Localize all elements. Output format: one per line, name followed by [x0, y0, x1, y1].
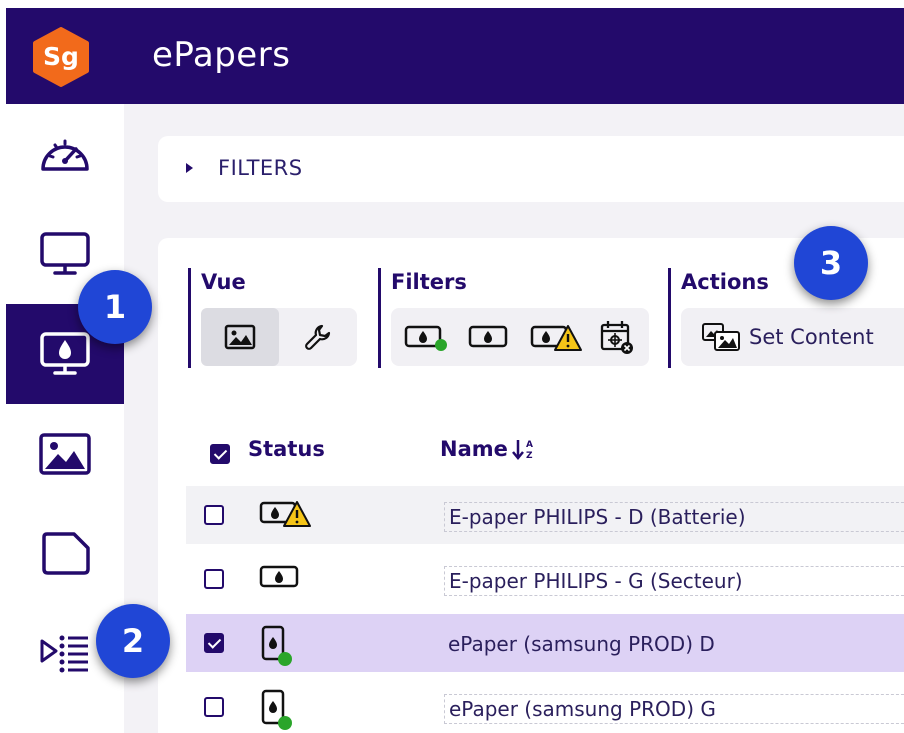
filters-group: Filters: [378, 268, 658, 368]
document-icon: [42, 532, 90, 575]
image-view-icon: [224, 324, 256, 350]
name-column-header[interactable]: Name A Z: [440, 437, 536, 461]
app-window: Sg ePapers FILTERS Vue Filters Actions S…: [6, 8, 904, 733]
callout-badge-3: 3: [794, 226, 868, 300]
vue-title: Vue: [201, 270, 246, 294]
row-checkbox[interactable]: [204, 505, 224, 525]
filters-label: FILTERS: [218, 156, 303, 180]
sidebar-item-media[interactable]: [6, 404, 124, 504]
select-all-checkbox[interactable]: [210, 444, 230, 464]
epaper-online-icon: [404, 325, 447, 351]
actions-group: Actions Set Content: [668, 268, 904, 368]
row-name[interactable]: E-paper PHILIPS - G (Secteur): [444, 566, 904, 596]
filter-warning-button[interactable]: [523, 308, 589, 366]
epaper-portrait-online-icon: [261, 625, 292, 666]
table-row[interactable]: ePaper (samsung PROD) G: [186, 678, 904, 733]
page-title: ePapers: [152, 35, 291, 75]
monitor-icon: [40, 232, 90, 275]
status-cell: [258, 496, 312, 534]
filters-title: Filters: [391, 270, 467, 294]
row-name[interactable]: ePaper (samsung PROD) G: [444, 694, 904, 724]
row-name[interactable]: ePaper (samsung PROD) D: [444, 630, 904, 660]
row-checkbox[interactable]: [204, 697, 224, 717]
image-icon: [39, 433, 91, 475]
epaper-icon: [259, 565, 299, 588]
row-checkbox[interactable]: [204, 569, 224, 589]
status-cell: [258, 624, 298, 666]
epaper-warning-icon: [530, 325, 582, 351]
epaper-icon: [468, 325, 508, 348]
filters-toggle[interactable]: FILTERS: [158, 136, 904, 202]
status-column-header[interactable]: Status: [248, 437, 325, 461]
top-bar: Sg ePapers: [6, 8, 904, 104]
row-checkbox[interactable]: [204, 633, 224, 653]
set-content-button[interactable]: Set Content: [701, 308, 874, 366]
filter-schedule-button[interactable]: [589, 308, 645, 366]
status-cell: [258, 560, 304, 598]
svg-text:A: A: [526, 440, 533, 450]
epaper-portrait-online-icon: [261, 689, 292, 730]
callout-badge-2: 2: [96, 604, 170, 678]
sidebar-item-dashboard[interactable]: [6, 104, 124, 204]
actions-box: Set Content: [681, 308, 904, 366]
status-cell: [258, 688, 298, 730]
table-row[interactable]: ePaper (samsung PROD) D: [186, 614, 904, 672]
app-logo[interactable]: Sg: [30, 27, 92, 87]
filter-online-button[interactable]: [395, 308, 457, 366]
sidebar-item-pages[interactable]: [6, 504, 124, 604]
playlist-icon: [40, 635, 88, 673]
epaper-warning-icon: [259, 501, 311, 527]
status-filters: [391, 308, 649, 366]
filter-offline-button[interactable]: [457, 308, 519, 366]
name-column-label: Name: [440, 437, 508, 461]
set-content-label: Set Content: [749, 325, 874, 349]
caret-right-icon: [186, 163, 193, 173]
vue-toggle: [201, 308, 357, 366]
callout-badge-1: 1: [78, 270, 152, 344]
view-settings-button[interactable]: [279, 308, 357, 366]
epaper-monitor-icon: [40, 332, 90, 375]
set-content-icon: [702, 323, 740, 351]
sort-az-icon: A Z: [511, 440, 533, 461]
vue-group: Vue: [188, 268, 368, 368]
view-image-button[interactable]: [201, 308, 279, 366]
dashboard-icon: [41, 139, 89, 171]
row-name[interactable]: E-paper PHILIPS - D (Batterie): [444, 502, 904, 532]
svg-text:Z: Z: [526, 451, 533, 461]
table-row[interactable]: E-paper PHILIPS - G (Secteur): [186, 550, 904, 608]
actions-title: Actions: [681, 270, 769, 294]
wrench-icon: [305, 324, 331, 350]
logo-text: Sg: [43, 42, 79, 71]
table-row[interactable]: E-paper PHILIPS - D (Batterie): [186, 486, 904, 544]
calendar-target-icon: [600, 321, 633, 354]
